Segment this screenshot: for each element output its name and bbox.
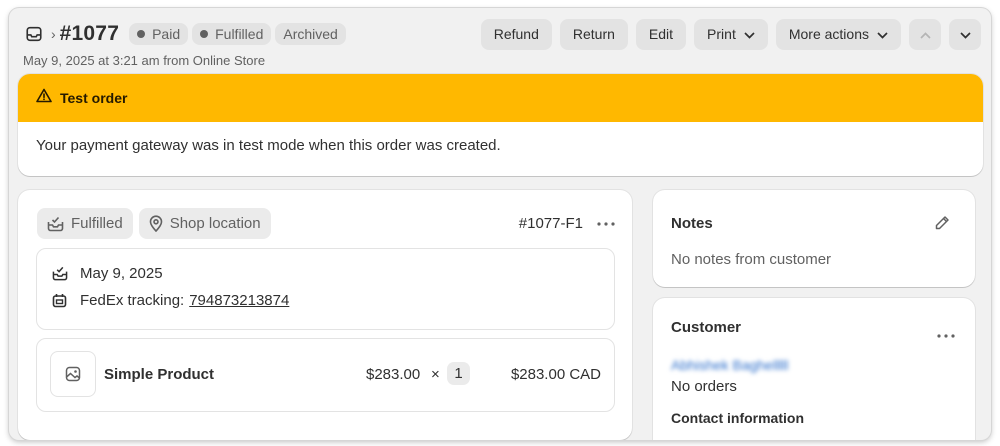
banner-message: Your payment gateway was in test mode wh…	[36, 137, 501, 154]
tracking-icon	[52, 293, 72, 308]
banner-header: Test order	[18, 74, 983, 122]
fulfillment-date-row: May 9, 2025	[52, 265, 163, 282]
banner-title: Test order	[60, 90, 128, 106]
customer-name-link[interactable]: Abhishek Baghelllll	[671, 357, 789, 373]
inbox-icon[interactable]	[23, 23, 45, 45]
tracking-number-link[interactable]: 794873213874	[189, 292, 289, 309]
print-label: Print	[707, 26, 736, 42]
line-total: $283.00 CAD	[510, 366, 601, 383]
delivery-icon	[52, 266, 72, 281]
refund-button[interactable]: Refund	[480, 18, 552, 50]
test-order-banner: Test order Your payment gateway was in t…	[18, 74, 983, 176]
badge-label: Fulfilled	[215, 26, 264, 42]
horizontal-dots-icon[interactable]	[937, 325, 955, 343]
chevron-down-icon	[744, 26, 755, 42]
notes-card: Notes No notes from customer	[653, 190, 975, 287]
location-pin-icon	[149, 215, 163, 232]
chevron-right-icon: ›	[51, 26, 56, 42]
location-badge: Shop location	[138, 208, 271, 239]
pencil-icon[interactable]	[934, 215, 950, 236]
order-subtitle: May 9, 2025 at 3:21 am from Online Store	[23, 53, 266, 68]
status-badge-fulfilled: Fulfilled	[192, 23, 272, 45]
edit-button[interactable]: Edit	[635, 18, 687, 50]
package-fulfilled-icon	[47, 216, 64, 232]
tracking-row: FedEx tracking: 794873213874	[52, 292, 289, 309]
line-item: Simple Product $283.00 × 1 $283.00 CAD	[36, 338, 615, 412]
chevron-down-icon	[877, 26, 888, 42]
fulfilled-badge: Fulfilled	[37, 208, 133, 239]
tracking-label: FedEx tracking:	[80, 292, 185, 309]
customer-card: Customer Abhishek Baghelllll No orders C…	[653, 298, 975, 440]
quantity-badge: 1	[447, 362, 470, 385]
more-actions-label: More actions	[788, 26, 869, 42]
horizontal-dots-icon[interactable]	[597, 221, 615, 226]
header-actions: Refund Return Edit Print More actions	[480, 18, 981, 50]
status-badge-paid: Paid	[129, 23, 189, 45]
fulfillment-date: May 9, 2025	[80, 265, 163, 282]
image-placeholder-icon	[50, 351, 96, 397]
fulfillment-id: #1077-F1	[518, 215, 583, 232]
page-header: › #1077 Paid Fulfilled Archived Refund R…	[23, 18, 981, 50]
badge-label: Paid	[152, 26, 181, 42]
order-page: › #1077 Paid Fulfilled Archived Refund R…	[9, 8, 991, 440]
status-dot-icon	[200, 30, 209, 38]
notes-title: Notes	[671, 215, 713, 232]
contact-info-title: Contact information	[671, 410, 804, 426]
product-name-link[interactable]: Simple Product	[104, 366, 214, 383]
chevron-down-icon	[959, 26, 971, 42]
status-badge-archived: Archived	[275, 23, 346, 45]
more-actions-button[interactable]: More actions	[775, 18, 901, 50]
multiply-sign: ×	[431, 366, 440, 383]
customer-title: Customer	[671, 319, 742, 336]
next-order-button[interactable]	[949, 18, 981, 50]
unit-price: $283.00	[366, 366, 421, 383]
customer-orders: No orders	[671, 378, 737, 395]
badge-label: Archived	[283, 26, 338, 42]
fulfillment-details: May 9, 2025 FedEx tracking: 794873213874	[36, 248, 615, 330]
fulfillment-card: Fulfilled Shop location #1077-F1 May 9, …	[18, 190, 632, 440]
chevron-up-icon	[919, 26, 931, 42]
page-title: #1077	[59, 22, 120, 45]
fulfilled-label: Fulfilled	[71, 215, 123, 232]
alert-triangle-icon	[36, 88, 52, 108]
previous-order-button[interactable]	[909, 18, 941, 50]
print-button[interactable]: Print	[694, 18, 768, 50]
fulfillment-header: Fulfilled Shop location #1077-F1	[37, 208, 615, 239]
return-button[interactable]: Return	[559, 18, 628, 50]
location-label: Shop location	[169, 215, 261, 232]
notes-text: No notes from customer	[671, 251, 832, 268]
status-dot-icon	[137, 30, 146, 38]
